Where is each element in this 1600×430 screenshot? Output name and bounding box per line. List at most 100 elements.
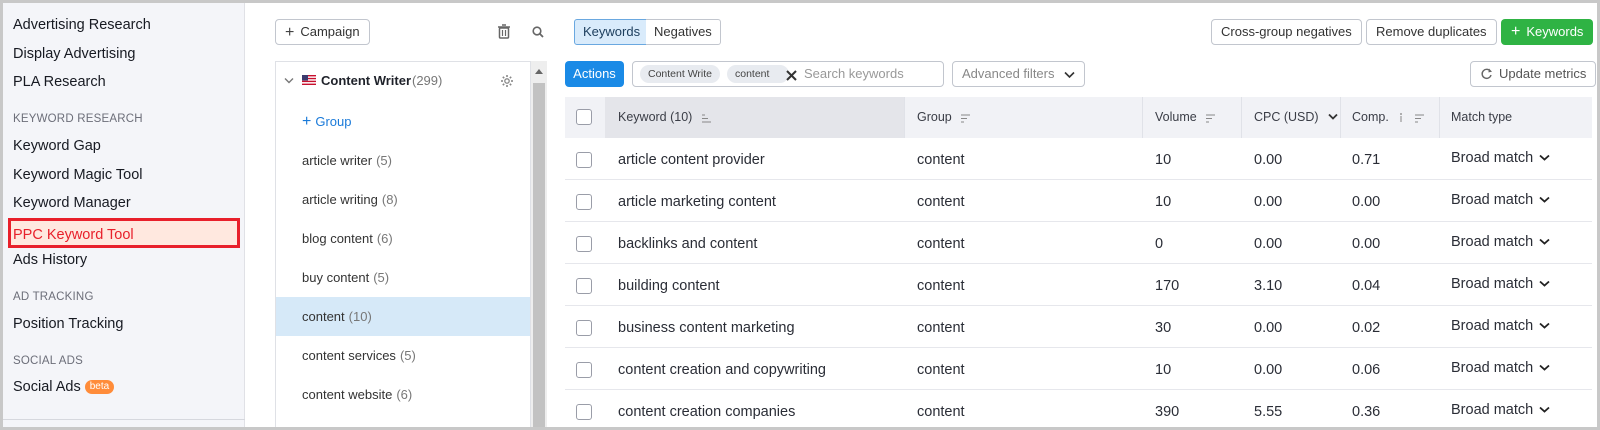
cell-cpc: 0.00 [1254, 194, 1283, 210]
cell-cpc: 3.10 [1254, 278, 1283, 294]
chevron-down-icon [1064, 71, 1075, 79]
sidebar-item-label: Social Ads [13, 379, 81, 395]
match-type-dropdown[interactable]: Broad match [1451, 180, 1550, 221]
add-group-button[interactable]: + Group [276, 102, 530, 141]
chevron-down-icon [1539, 364, 1550, 371]
sidebar-item-pla-research[interactable]: PLA Research [13, 69, 106, 95]
sidebar-divider [3, 419, 245, 420]
select-all-checkbox[interactable] [576, 109, 592, 125]
beta-badge: beta [84, 380, 115, 394]
sidebar-section-ad-tracking: AD TRACKING [13, 291, 94, 303]
info-icon [1400, 113, 1403, 122]
keywords-table: Keyword (10) Group Volume CPC (USD) Comp… [565, 97, 1592, 427]
match-type-dropdown[interactable]: Broad match [1451, 264, 1550, 305]
cell-group: content [917, 320, 965, 336]
search-icon[interactable] [527, 21, 549, 43]
chevron-down-icon [1328, 113, 1338, 120]
sidebar-item-display-advertising[interactable]: Display Advertising [13, 41, 136, 67]
row-checkbox[interactable] [576, 320, 592, 336]
match-type-dropdown[interactable]: Broad match [1451, 306, 1550, 347]
group-name: content services [302, 348, 396, 363]
column-header-volume[interactable]: Volume [1155, 97, 1216, 138]
column-separator [904, 97, 905, 138]
scrollbar-thumb[interactable] [533, 83, 545, 427]
cross-group-negatives-button[interactable]: Cross-group negatives [1211, 19, 1362, 45]
gear-icon[interactable] [500, 74, 514, 88]
sidebar-item-position-tracking[interactable]: Position Tracking [13, 311, 123, 337]
row-checkbox[interactable] [576, 278, 592, 294]
match-type-label: Broad match [1451, 360, 1534, 376]
update-metrics-button[interactable]: Update metrics [1470, 61, 1597, 87]
add-campaign-button[interactable]: + Campaign [275, 19, 370, 45]
sidebar-item-social-ads[interactable]: Social Ads beta [13, 374, 115, 400]
plus-icon: + [1511, 23, 1521, 40]
search-placeholder: Search keywords [804, 66, 904, 81]
cell-cpc: 0.00 [1254, 152, 1283, 168]
add-campaign-label: Campaign [300, 24, 360, 39]
match-type-dropdown[interactable]: Broad match [1451, 222, 1550, 263]
match-type-dropdown[interactable]: Broad match [1451, 138, 1550, 179]
sidebar-item-ads-history[interactable]: Ads History [13, 247, 87, 273]
remove-duplicates-button[interactable]: Remove duplicates [1366, 19, 1497, 45]
add-keywords-label: Keywords [1526, 24, 1584, 39]
match-type-label: Broad match [1451, 192, 1534, 208]
group-item[interactable]: content website (6) [276, 375, 530, 414]
group-name: buy content [302, 270, 370, 285]
close-icon[interactable] [786, 70, 797, 81]
group-item[interactable]: content services (5) [276, 336, 530, 375]
match-type-label: Broad match [1451, 276, 1534, 292]
column-header-cpc[interactable]: CPC (USD) [1254, 97, 1338, 138]
campaign-filter-chip[interactable]: Content Write [640, 65, 720, 83]
row-checkbox[interactable] [576, 152, 592, 168]
tab-keywords[interactable]: Keywords [574, 19, 650, 45]
sidebar-item-keyword-manager[interactable]: Keyword Manager [13, 190, 131, 216]
column-header-group[interactable]: Group [917, 97, 971, 138]
tab-negatives[interactable]: Negatives [646, 19, 721, 45]
campaign-count: (299) [412, 73, 443, 88]
column-separator [1142, 97, 1143, 138]
table-row: backlinks and content content 0 0.00 0.0… [565, 222, 1592, 264]
group-item[interactable]: article writer (5) [276, 141, 530, 180]
group-item[interactable]: article writing (8) [276, 180, 530, 219]
match-type-dropdown[interactable]: Broad match [1451, 348, 1550, 389]
group-item[interactable]: buy content (5) [276, 258, 530, 297]
group-item[interactable]: blog content (6) [276, 219, 530, 258]
sort-icon [701, 114, 711, 123]
group-filter-chip[interactable]: content [727, 65, 790, 83]
row-checkbox[interactable] [576, 236, 592, 252]
sidebar-item-advertising-research[interactable]: Advertising Research [13, 12, 151, 38]
keyword-search-input[interactable]: Content Write content Search keywords [632, 61, 944, 87]
cell-comp: 0.04 [1352, 278, 1381, 294]
sidebar-item-ppc-keyword-tool[interactable]: PPC Keyword Tool [8, 218, 240, 248]
table-row: building content content 170 3.10 0.04 B… [565, 264, 1592, 306]
actions-button[interactable]: Actions [565, 61, 624, 87]
cell-volume: 30 [1155, 320, 1172, 336]
advanced-filters-dropdown[interactable]: Advanced filters [952, 61, 1085, 87]
add-keywords-button[interactable]: + Keywords [1501, 19, 1594, 45]
row-checkbox[interactable] [576, 362, 592, 378]
row-checkbox[interactable] [576, 404, 592, 420]
sidebar-item-keyword-magic-tool[interactable]: Keyword Magic Tool [13, 162, 143, 188]
advanced-filters-label: Advanced filters [962, 66, 1055, 81]
campaign-header[interactable]: Content Writer (299) [276, 62, 530, 100]
match-type-dropdown[interactable]: Broad match [1451, 390, 1550, 427]
sort-icon [1414, 114, 1424, 123]
cell-volume: 0 [1155, 236, 1164, 252]
column-header-keyword[interactable]: Keyword (10) [605, 97, 904, 138]
table-row: content creation companies content 390 5… [565, 390, 1592, 427]
trash-icon[interactable] [493, 21, 515, 43]
group-item-selected[interactable]: content (10) [276, 297, 530, 336]
column-header-label: Volume [1155, 110, 1197, 124]
cell-volume: 390 [1155, 404, 1180, 420]
chevron-down-icon[interactable] [284, 77, 294, 85]
group-name: article writer [302, 153, 373, 168]
column-separator [1241, 97, 1242, 138]
group-count: (5) [399, 348, 416, 363]
scroll-up-arrow-icon[interactable] [534, 68, 544, 75]
row-checkbox[interactable] [576, 194, 592, 210]
cell-keyword: article marketing content [618, 194, 776, 210]
table-row: article content provider content 10 0.00… [565, 138, 1592, 180]
sidebar-item-keyword-gap[interactable]: Keyword Gap [13, 133, 101, 159]
column-header-comp[interactable]: Comp. [1352, 97, 1425, 138]
campaign-tree: Content Writer (299) + Group article writ… [275, 61, 531, 427]
